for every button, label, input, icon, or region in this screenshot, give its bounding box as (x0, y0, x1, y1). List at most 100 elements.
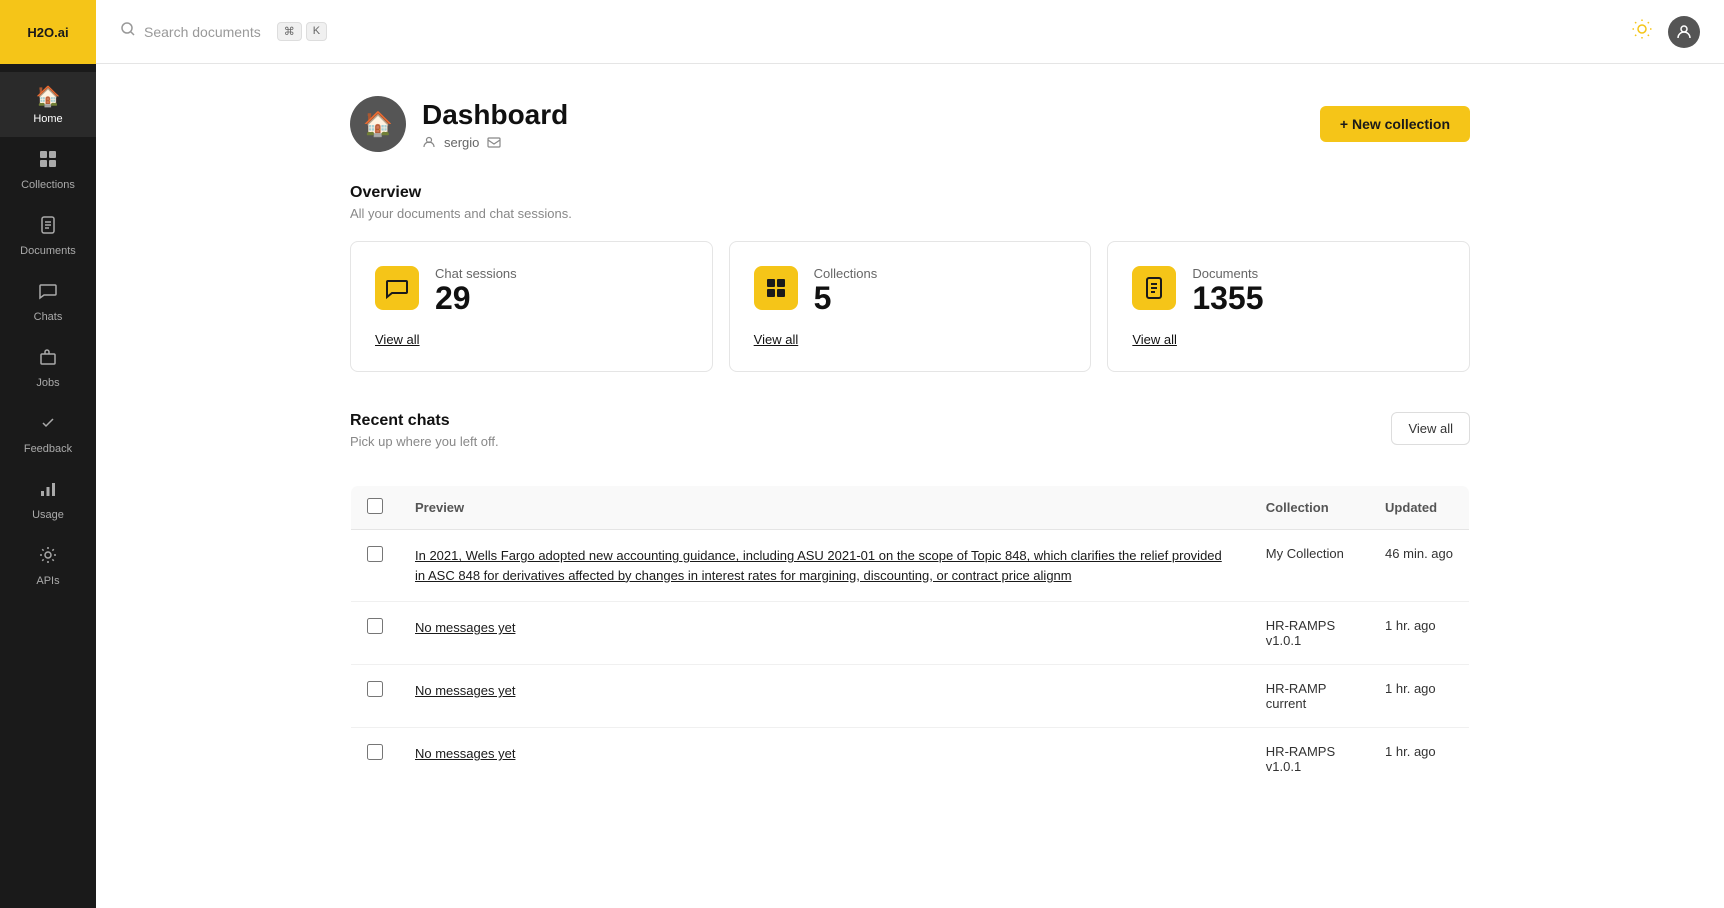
th-collection: Collection (1250, 486, 1369, 530)
table-row: In 2021, Wells Fargo adopted new account… (351, 530, 1470, 602)
chat-preview-link-1[interactable]: No messages yet (415, 620, 515, 635)
dashboard-title: Dashboard (422, 99, 568, 131)
collections-icon (38, 149, 58, 175)
feedback-icon (38, 413, 58, 439)
row-updated-1: 1 hr. ago (1369, 602, 1469, 665)
search-area[interactable]: Search documents ⌘ K (120, 21, 1620, 42)
sidebar-item-documents[interactable]: Documents (0, 203, 96, 269)
chat-sessions-value: 29 (435, 281, 517, 316)
sidebar-item-feedback[interactable]: Feedback (0, 401, 96, 467)
documents-view-all[interactable]: View all (1132, 332, 1445, 347)
table-row: No messages yet HR-RAMPS v1.0.1 1 hr. ag… (351, 602, 1470, 665)
dashboard-title-text: Dashboard sergio (422, 99, 568, 150)
row-checkbox-2[interactable] (367, 681, 383, 697)
user-avatar-button[interactable] (1668, 16, 1700, 48)
sidebar-item-documents-label: Documents (20, 245, 76, 257)
chat-preview-link-3[interactable]: No messages yet (415, 746, 515, 761)
row-updated-0: 46 min. ago (1369, 530, 1469, 602)
table-row: No messages yet HR-RAMPS v1.0.1 1 hr. ag… (351, 728, 1470, 791)
row-preview-3: No messages yet (399, 728, 1250, 791)
sidebar-item-apis-label: APIs (36, 575, 59, 587)
chat-preview-link-0[interactable]: In 2021, Wells Fargo adopted new account… (415, 548, 1222, 583)
content: 🏠 Dashboard sergio + New collection Over… (96, 64, 1724, 908)
dashboard-user-info: sergio (422, 135, 568, 150)
chats-icon (38, 281, 58, 307)
select-all-checkbox[interactable] (367, 498, 383, 514)
sidebar-item-apis[interactable]: APIs (0, 533, 96, 599)
recent-chats-title-area: Recent chats Pick up where you left off. (350, 412, 499, 469)
new-collection-button[interactable]: + New collection (1320, 106, 1470, 142)
overview-section: Overview All your documents and chat ses… (350, 184, 1470, 372)
kbd-cmd: ⌘ (277, 22, 302, 41)
search-icon (120, 21, 136, 42)
dashboard-username: sergio (444, 135, 479, 150)
th-updated: Updated (1369, 486, 1469, 530)
recent-chats-header: Recent chats Pick up where you left off.… (350, 412, 1470, 469)
chats-table-body: In 2021, Wells Fargo adopted new account… (351, 530, 1470, 791)
stat-card-documents: Documents 1355 View all (1107, 241, 1470, 372)
search-placeholder: Search documents (144, 24, 261, 40)
row-updated-3: 1 hr. ago (1369, 728, 1469, 791)
logo-text: H2O.ai (27, 25, 68, 40)
recent-chats-view-all-button[interactable]: View all (1391, 412, 1470, 445)
sidebar-item-chats-label: Chats (34, 311, 63, 323)
logo[interactable]: H2O.ai (0, 0, 96, 64)
documents-icon (38, 215, 58, 241)
stat-card-chats: Chat sessions 29 View all (350, 241, 713, 372)
chats-table: Preview Collection Updated In 2021, Well… (350, 485, 1470, 791)
collections-label: Collections (814, 266, 878, 281)
sidebar-item-jobs[interactable]: Jobs (0, 335, 96, 401)
theme-toggle-icon[interactable] (1632, 19, 1652, 45)
dashboard-title-area: 🏠 Dashboard sergio (350, 96, 568, 152)
documents-label: Documents (1192, 266, 1263, 281)
recent-chats-section: Recent chats Pick up where you left off.… (350, 412, 1470, 791)
row-preview-2: No messages yet (399, 665, 1250, 728)
sidebar-item-usage-label: Usage (32, 509, 64, 521)
documents-value: 1355 (1192, 281, 1263, 316)
row-collection-3: HR-RAMPS v1.0.1 (1250, 728, 1369, 791)
row-checkbox-0[interactable] (367, 546, 383, 562)
row-checkbox-cell (351, 530, 400, 602)
usage-icon (38, 479, 58, 505)
sidebar-item-chats[interactable]: Chats (0, 269, 96, 335)
search-keyboard-shortcuts: ⌘ K (277, 22, 327, 41)
chat-preview-link-2[interactable]: No messages yet (415, 683, 515, 698)
chat-sessions-label: Chat sessions (435, 266, 517, 281)
sidebar: H2O.ai 🏠 Home Collections Documents Chat… (0, 0, 96, 908)
collections-value: 5 (814, 281, 878, 316)
row-preview-1: No messages yet (399, 602, 1250, 665)
sidebar-item-usage[interactable]: Usage (0, 467, 96, 533)
stat-card-documents-top: Documents 1355 (1132, 266, 1445, 316)
sidebar-item-home[interactable]: 🏠 Home (0, 72, 96, 137)
stats-grid: Chat sessions 29 View all (350, 241, 1470, 372)
sidebar-nav: 🏠 Home Collections Documents Chats Jo (0, 72, 96, 599)
sidebar-item-home-label: Home (33, 113, 62, 125)
row-checkbox-1[interactable] (367, 618, 383, 634)
th-checkbox (351, 486, 400, 530)
collections-info: Collections 5 (814, 266, 878, 316)
stat-card-chats-top: Chat sessions 29 (375, 266, 688, 316)
row-preview-0: In 2021, Wells Fargo adopted new account… (399, 530, 1250, 602)
stat-card-collections: Collections 5 View all (729, 241, 1092, 372)
documents-icon-box (1132, 266, 1176, 310)
table-header-row: Preview Collection Updated (351, 486, 1470, 530)
dashboard-home-icon: 🏠 (350, 96, 406, 152)
row-checkbox-cell (351, 665, 400, 728)
row-updated-2: 1 hr. ago (1369, 665, 1469, 728)
collections-view-all[interactable]: View all (754, 332, 1067, 347)
jobs-icon (38, 347, 58, 373)
sidebar-item-collections[interactable]: Collections (0, 137, 96, 203)
row-collection-0: My Collection (1250, 530, 1369, 602)
chat-sessions-view-all[interactable]: View all (375, 332, 688, 347)
topbar-right (1632, 16, 1700, 48)
main-area: Search documents ⌘ K 🏠 Dashboard (96, 0, 1724, 908)
sidebar-item-feedback-label: Feedback (24, 443, 72, 455)
sidebar-item-jobs-label: Jobs (36, 377, 59, 389)
stat-card-collections-top: Collections 5 (754, 266, 1067, 316)
row-checkbox-3[interactable] (367, 744, 383, 760)
row-collection-1: HR-RAMPS v1.0.1 (1250, 602, 1369, 665)
kbd-k: K (306, 22, 327, 41)
dashboard-header: 🏠 Dashboard sergio + New collection (350, 96, 1470, 152)
chat-sessions-info: Chat sessions 29 (435, 266, 517, 316)
overview-subtitle: All your documents and chat sessions. (350, 206, 1470, 221)
